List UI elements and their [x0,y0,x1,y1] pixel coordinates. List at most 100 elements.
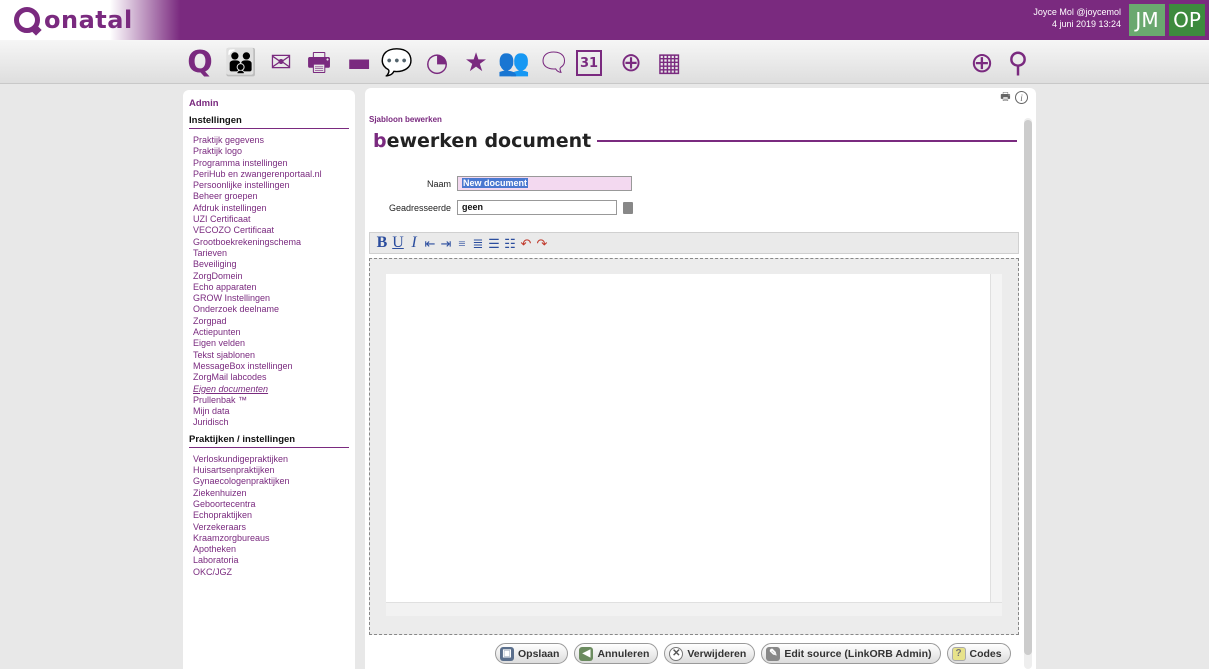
panel-scrollbar[interactable] [1024,118,1032,669]
sidebar-item-praktijk-gegevens[interactable]: Praktijk gegevens [193,135,349,146]
sidebar-item-mijn-data[interactable]: Mijn data [193,406,349,417]
editor-toolbar: B U I ⇤ ⇥ ≡ ≣ ☰ ☷ ↶ ↷ [369,232,1019,254]
sidebar-item-vecozo-certificaat[interactable]: VECOZO Certificaat [193,225,349,236]
sidebar-item-huisartsenpraktijken[interactable]: Huisartsenpraktijken [193,465,349,476]
editor-vertical-scrollbar[interactable] [990,274,1002,602]
user-avatar-op[interactable]: OP [1169,4,1205,36]
sidebar-item-geboortecentra[interactable]: Geboortecentra [193,499,349,510]
user-info: Joyce Mol @joycemol 4 juni 2019 13:24 [1033,6,1121,30]
save-icon: ▣ [500,646,514,661]
bold-button[interactable]: B [376,235,388,251]
sidebar-item-verzekeraars[interactable]: Verzekeraars [193,522,349,533]
page-title-rest: ewerken document [386,130,592,152]
sidebar-item-beveiliging[interactable]: Beveiliging [193,259,349,270]
editor-horizontal-scrollbar[interactable] [386,602,1002,616]
user-name: Joyce Mol @joycemol [1033,7,1121,17]
sidebar-item-messagebox-instellingen[interactable]: MessageBox instellingen [193,361,349,372]
sidebar-item-ziekenhuizen[interactable]: Ziekenhuizen [193,488,349,499]
undo-button[interactable]: ↶ [520,237,532,250]
sidebar-item-zorgpad[interactable]: Zorgpad [193,316,349,327]
sidebar-item-tarieven[interactable]: Tarieven [193,248,349,259]
save-button[interactable]: ▣ Opslaan [495,643,569,664]
sidebar-item-praktijk-logo[interactable]: Praktijk logo [193,146,349,157]
editor-body[interactable] [386,274,990,602]
logo-text: onatal [44,6,133,34]
delete-button-label: Verwijderen [687,647,747,660]
sidebar-admin-title[interactable]: Admin [189,98,349,109]
globe-icon[interactable]: ⊕ [614,48,648,78]
sidebar-item-afdruk-instellingen[interactable]: Afdruk instellingen [193,203,349,214]
main-panel: 🖶 i Sjabloon bewerken bewerken document … [365,88,1036,669]
sidebar-item-apotheken[interactable]: Apotheken [193,544,349,555]
sidebar-item-onderzoek-deelname[interactable]: Onderzoek deelname [193,304,349,315]
align-right-button[interactable]: ☰ [488,237,500,250]
save-button-label: Opslaan [518,647,560,660]
action-buttons: ▣ Opslaan ◀ Annuleren ✕ Verwijderen ✎ Edit s… [495,643,1011,664]
geadresseerde-input[interactable]: geen [457,200,617,215]
sidebar-item-tekst-sjablonen[interactable]: Tekst sjablonen [193,350,349,361]
calculator-icon[interactable]: ▦ [652,48,686,78]
add-icon[interactable]: ⊕ [965,48,999,78]
sidebar-item-zorgmail-labcodes[interactable]: ZorgMail labcodes [193,372,349,383]
sidebar-item-eigen-documenten[interactable]: Eigen documenten [193,384,349,395]
align-center-button[interactable]: ≣ [472,237,484,250]
codes-button[interactable]: ? Codes [946,643,1011,664]
card-icon[interactable]: ▬ [342,48,376,78]
naam-input[interactable]: New document [457,176,632,191]
help-icon: ? [951,646,966,661]
group-icon[interactable]: 👥 [497,48,531,78]
panel-scrollbar-thumb[interactable] [1024,120,1032,655]
sidebar-item-gynaecologenpraktijken[interactable]: Gynaecologenpraktijken [193,476,349,487]
star-icon[interactable]: ★ [459,48,493,78]
sidebar-item-programma-instellingen[interactable]: Programma instellingen [193,158,349,169]
app-logo[interactable]: onatal [14,6,133,34]
search-icon[interactable]: ⚲ [1001,48,1035,78]
sidebar-item-eigen-velden[interactable]: Eigen velden [193,338,349,349]
edit-source-button[interactable]: ✎ Edit source (LinkORB Admin) [761,643,941,664]
sidebar-item-actiepunten[interactable]: Actiepunten [193,327,349,338]
sidebar-item-beheer-groepen[interactable]: Beheer groepen [193,191,349,202]
calendar-icon[interactable]: 31 [576,50,602,76]
people-icon[interactable]: 👪 [224,48,258,78]
sidebar-item-laboratoria[interactable]: Laboratoria [193,555,349,566]
outdent-button[interactable]: ⇤ [424,237,436,250]
sidebar-section-instellingen: Instellingen [189,115,349,129]
conversation-icon[interactable]: 🗨 [537,48,571,78]
print-icon[interactable]: 🖶 [999,91,1012,104]
panel-tools: 🖶 i [999,91,1028,104]
address-book-icon[interactable] [623,201,633,214]
printer-icon[interactable]: 🖶 [302,48,336,78]
pie-chart-icon[interactable]: ◔ [420,48,454,78]
home-logo-icon[interactable]: Q [183,48,217,78]
justify-button[interactable]: ☷ [504,237,516,250]
delete-button[interactable]: ✕ Verwijderen [664,643,756,664]
italic-button[interactable]: I [408,235,420,251]
underline-button[interactable]: U [392,235,404,251]
user-avatar-jm[interactable]: JM [1129,4,1165,36]
sidebar-item-echo-apparaten[interactable]: Echo apparaten [193,282,349,293]
sidebar-item-prullenbak[interactable]: Prullenbak ™ [193,395,349,406]
top-bar: onatal Joyce Mol @joycemol 4 juni 2019 1… [0,0,1209,40]
mail-icon[interactable]: ✉ [264,48,298,78]
sidebar-item-okc-jgz[interactable]: OKC/JGZ [193,567,349,578]
geadresseerde-label: Geadresseerde [388,202,451,213]
naam-value: New document [462,178,529,188]
sidebar-item-echopraktijken[interactable]: Echopraktijken [193,510,349,521]
redo-button[interactable]: ↷ [536,237,548,250]
sidebar-item-uzi-certificaat[interactable]: UZI Certificaat [193,214,349,225]
sidebar-item-grow-instellingen[interactable]: GROW Instellingen [193,293,349,304]
chat-bubble-icon[interactable]: 💬 [380,48,414,78]
sidebar-item-persoonlijke-instellingen[interactable]: Persoonlijke instellingen [193,180,349,191]
naam-row: Naam New document [365,176,632,191]
sidebar-item-juridisch[interactable]: Juridisch [193,417,349,428]
sidebar-item-zorgdomein[interactable]: ZorgDomein [193,271,349,282]
sidebar-item-grootboekrekeningschema[interactable]: Grootboekrekeningschema [193,237,349,248]
sidebar-item-kraamzorgbureaus[interactable]: Kraamzorgbureaus [193,533,349,544]
cancel-button[interactable]: ◀ Annuleren [574,643,659,664]
delete-icon: ✕ [669,646,684,661]
indent-button[interactable]: ⇥ [440,237,452,250]
sidebar-item-perihub-en-zwangerenportaal-nl[interactable]: PeriHub en zwangerenportaal.nl [193,169,349,180]
sidebar-item-verloskundigepraktijken[interactable]: Verloskundigepraktijken [193,454,349,465]
align-left-button[interactable]: ≡ [456,237,468,250]
info-icon[interactable]: i [1015,91,1028,104]
